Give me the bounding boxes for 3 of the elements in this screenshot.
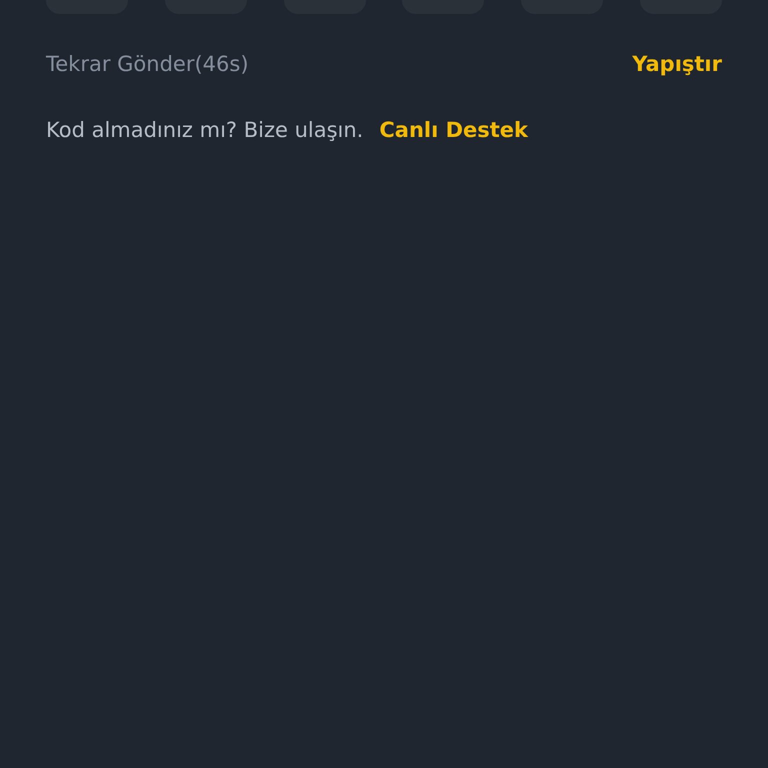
help-text: Kod almadınız mı? Bize ulaşın. xyxy=(46,118,364,142)
live-support-link[interactable]: Canlı Destek xyxy=(379,118,528,142)
paste-button[interactable]: Yapıştır xyxy=(632,52,722,76)
